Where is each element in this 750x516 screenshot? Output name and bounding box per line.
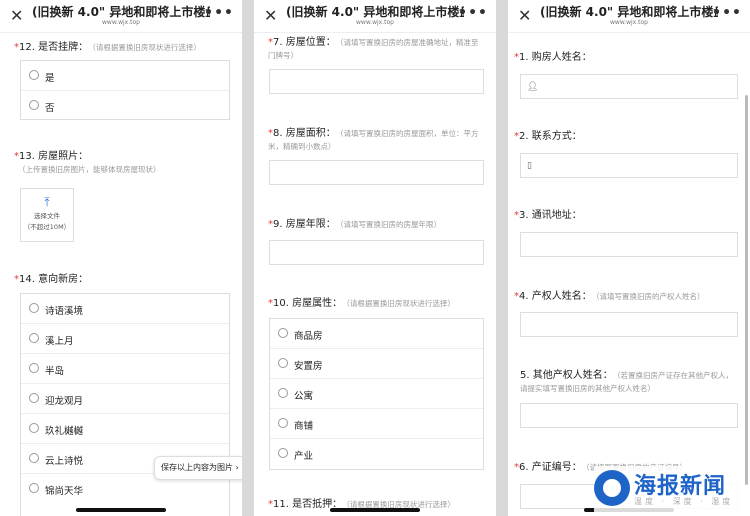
option-3[interactable]: 公寓 (270, 379, 483, 409)
radio-icon[interactable] (29, 423, 39, 433)
option-1[interactable]: 诗语溪境 (21, 294, 229, 324)
question-5: 5. 其他产权人姓名： （若置换旧房产证存在其他产权人，请提实填写置换旧房的其他产… (520, 370, 733, 393)
age-input[interactable] (269, 240, 484, 265)
nav-header: ✕ (旧换新 4.0" 异地和即将上市楼盘 预 www.wjx.top ••• (254, 0, 496, 33)
question-13: *13. 房屋照片：（上传置换旧房图片，能够体现房屋现状） (14, 151, 161, 174)
save-as-image-button[interactable]: 保存以上内容为图片 › (154, 456, 242, 480)
nav-header: ✕ (旧换新 4.0" 异地和即将上市楼盘 预 www.wjx.top ••• (508, 0, 750, 33)
radio-icon[interactable] (278, 358, 288, 368)
home-indicator (330, 508, 420, 512)
radio-icon[interactable] (29, 483, 39, 493)
radio-icon[interactable] (278, 418, 288, 428)
radio-icon[interactable] (29, 70, 39, 80)
question-14: *14. 意向新房： (14, 274, 89, 285)
more-icon[interactable]: ••• (712, 5, 742, 21)
watermark-slogan: 温度 · 深度 · 湿度 (634, 497, 734, 506)
buyer-name-input[interactable]: 👤︎ (520, 74, 738, 99)
person-icon: 👤︎ (527, 82, 539, 92)
q12-options: 是 否 (20, 60, 230, 120)
other-owner-input[interactable] (520, 403, 738, 428)
question-3: *3. 通讯地址： (514, 210, 582, 221)
home-indicator (76, 508, 166, 512)
radio-icon[interactable] (29, 363, 39, 373)
more-icon[interactable]: ••• (458, 5, 488, 21)
question-10: *10. 房屋属性： （请根据置换旧房现状进行选择） (268, 298, 455, 309)
radio-icon[interactable] (29, 100, 39, 110)
option-4[interactable]: 商铺 (270, 409, 483, 439)
option-4[interactable]: 迎龙观月 (21, 384, 229, 414)
location-input[interactable] (269, 69, 484, 94)
area-input[interactable] (269, 160, 484, 185)
scrollbar[interactable] (745, 95, 748, 485)
question-1: *1. 购房人姓名： (514, 52, 592, 63)
page-title: (旧换新 4.0" 异地和即将上市楼盘 预 (540, 5, 718, 19)
option-2[interactable]: 安置房 (270, 349, 483, 379)
option-5[interactable]: 玖礼樾樾 (21, 414, 229, 444)
question-9: *9. 房屋年限： （请填写置换旧房的房屋年限） (268, 219, 441, 230)
radio-icon[interactable] (278, 328, 288, 338)
radio-icon[interactable] (29, 303, 39, 313)
more-icon[interactable]: ••• (204, 5, 234, 21)
radio-icon[interactable] (29, 393, 39, 403)
radio-icon[interactable] (278, 388, 288, 398)
upload-icon: ⤒ (44, 195, 50, 209)
radio-icon[interactable] (278, 448, 288, 458)
phone-icon: ▯ (527, 161, 532, 171)
option-yes[interactable]: 是 (21, 61, 229, 91)
page-title: (旧换新 4.0" 异地和即将上市楼盘 预 (286, 5, 464, 19)
question-4: *4. 产权人姓名： （请填写置换旧房的产权人姓名） (514, 291, 705, 302)
question-12: *12. 是否挂牌： （请根据置换旧房现状进行选择） (14, 42, 201, 53)
upload-button[interactable]: ⤒ 选择文件 （不超过10M） (20, 188, 74, 242)
form-panel-1: ✕ (旧换新 4.0" 异地和即将上市楼盘 预 www.wjx.top ••• … (0, 0, 242, 516)
question-2: *2. 联系方式： (514, 131, 582, 142)
screenshot-collage: ✕ (旧换新 4.0" 异地和即将上市楼盘 预 www.wjx.top ••• … (0, 0, 750, 516)
brand-logo-icon (594, 470, 630, 506)
option-1[interactable]: 商品房 (270, 319, 483, 349)
watermark: 海报新闻 温度 · 深度 · 湿度 (594, 466, 744, 512)
option-3[interactable]: 半岛 (21, 354, 229, 384)
nav-header: ✕ (旧换新 4.0" 异地和即将上市楼盘 预 www.wjx.top ••• (0, 0, 242, 33)
address-input[interactable] (520, 232, 738, 257)
option-5[interactable]: 产业 (270, 439, 483, 469)
question-7: *7. 房屋位置： （请填写置换旧房的房屋准确地址，精准至门牌号） (268, 37, 479, 60)
question-8: *8. 房屋面积： （请填写置换旧房的房屋面积，单位：平方米，精确到小数点） (268, 128, 479, 151)
q14-options: 诗语溪境 溪上月 半岛 迎龙观月 玖礼樾樾 云上诗悦 锦尚天华 (20, 293, 230, 516)
option-no[interactable]: 否 (21, 91, 229, 121)
form-panel-3: ✕ (旧换新 4.0" 异地和即将上市楼盘 预 www.wjx.top ••• … (508, 0, 750, 516)
phone-input[interactable]: ▯ (520, 153, 738, 178)
radio-icon[interactable] (29, 453, 39, 463)
option-2[interactable]: 溪上月 (21, 324, 229, 354)
page-title: (旧换新 4.0" 异地和即将上市楼盘 预 (32, 5, 210, 19)
q10-options: 商品房 安置房 公寓 商铺 产业 (269, 318, 484, 470)
form-panel-2: ✕ (旧换新 4.0" 异地和即将上市楼盘 预 www.wjx.top ••• … (254, 0, 496, 516)
radio-icon[interactable] (29, 333, 39, 343)
owner-name-input[interactable] (520, 312, 738, 337)
